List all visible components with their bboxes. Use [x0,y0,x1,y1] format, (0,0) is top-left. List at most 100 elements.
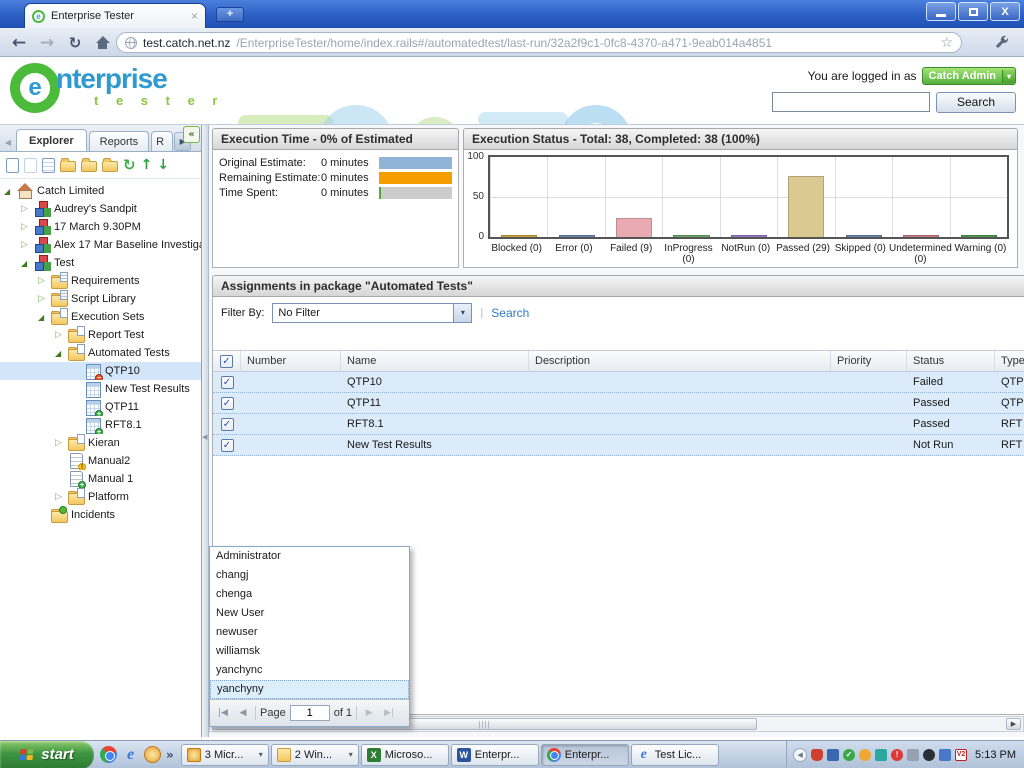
splitter-collapse-icon[interactable]: ◀ [202,433,207,441]
table-row[interactable]: ✓ New Test Results Not Run RFT [213,435,1024,456]
tree-item-alex-baseline[interactable]: ▷ Alex 17 Mar Baseline Investiga [0,236,201,254]
tree-item-requirements[interactable]: ▷ Requirements [0,272,201,290]
table-row[interactable]: ✓ QTP10 Failed QTP [213,372,1024,393]
user-menu-button[interactable]: Catch Admin ▾ [922,67,1016,85]
col-description[interactable]: Description [529,351,831,371]
browser-tab[interactable]: e Enterprise Tester × [24,3,206,28]
tree-item-rft81[interactable]: + RFT8.1 [0,416,201,434]
outlook-tray-icon[interactable] [859,749,871,761]
page-number-input[interactable] [290,705,330,721]
sync-icon[interactable] [875,749,887,761]
volume-icon[interactable] [907,749,919,761]
taskbar-button-outlook-group[interactable]: 3 Micr... ▾ [181,744,269,766]
tree-item-qtp10[interactable]: − QTP10 [0,362,201,380]
wrench-menu-icon[interactable] [995,35,1010,55]
expander-icon[interactable]: ▷ [38,294,51,304]
taskbar-button-excel[interactable]: X Microso... [361,744,449,766]
list-item[interactable]: yanchync [210,661,409,680]
expander-icon[interactable]: ◢ [55,349,68,358]
col-status[interactable]: Status [907,351,995,371]
global-search-input[interactable] [772,92,930,112]
sidebar-splitter[interactable]: ◀ [202,125,209,737]
expander-icon[interactable]: ▷ [55,330,68,340]
expander-icon[interactable]: ▷ [55,492,68,502]
page-last-icon[interactable]: ▶| [381,708,397,718]
row-checkbox[interactable]: ✓ [221,439,234,452]
alert-icon[interactable]: ! [891,749,903,761]
list-item-selected[interactable]: yanchyny [210,680,409,699]
power-icon[interactable] [923,749,935,761]
tab-resources[interactable]: R [151,131,173,151]
tree-item-execution-sets[interactable]: ◢ Execution Sets [0,308,201,326]
expander-icon[interactable]: ▷ [55,438,68,448]
tree-item-audreys-sandpit[interactable]: ▷ Audrey's Sandpit [0,200,201,218]
start-button[interactable]: start [0,741,94,768]
chevron-down-icon[interactable]: ▾ [1002,70,1015,83]
tab-explorer[interactable]: Explorer [16,129,87,151]
taskbar-button-explorer-group[interactable]: 2 Win... ▾ [271,744,359,766]
tree-item-platform[interactable]: ▷ Platform [0,488,201,506]
taskbar-button-chrome-active[interactable]: Enterpr... [541,744,629,766]
tree-item-report-test[interactable]: ▷ Report Test [0,326,201,344]
ie-icon[interactable]: e [122,746,139,763]
network-icon[interactable] [827,749,839,761]
global-search-button[interactable]: Search [936,92,1016,113]
folder-add-icon[interactable] [81,161,97,172]
row-checkbox[interactable]: ✓ [221,418,234,431]
tray-collapse-icon[interactable]: ◀ [793,748,807,762]
list-item[interactable]: williamsk [210,642,409,661]
expander-icon[interactable]: ▷ [21,204,34,214]
quick-launch-more-icon[interactable]: » [166,748,174,762]
status-check-icon[interactable]: ✓ [843,749,855,761]
taskbar-button-word[interactable]: W Enterpr... [451,744,539,766]
minimize-button[interactable] [926,2,956,21]
col-priority[interactable]: Priority [831,351,907,371]
tree-item-incidents[interactable]: Incidents [0,506,201,524]
tab-close-icon[interactable]: × [191,10,198,22]
document-disabled-icon[interactable] [24,158,37,173]
filter-select[interactable]: No Filter ▾ [272,303,472,323]
outlook-icon[interactable] [144,746,161,763]
tree-item-17-march[interactable]: ▷ 17 March 9.30PM [0,218,201,236]
list-item[interactable]: chenga [210,585,409,604]
table-row[interactable]: ✓ RFT8.1 Passed RFT [213,414,1024,435]
taskbar-button-ie[interactable]: e Test Lic... [631,744,719,766]
page-prev-icon[interactable]: ◀ [235,708,251,718]
close-button[interactable]: X [990,2,1020,21]
col-type[interactable]: Type [995,351,1024,371]
expander-icon[interactable]: ◢ [4,187,17,196]
page-first-icon[interactable]: |◀ [215,708,231,718]
home-button[interactable] [90,31,116,54]
move-up-icon[interactable]: ↑ [141,157,153,173]
tree-item-new-test-results[interactable]: New Test Results [0,380,201,398]
col-name[interactable]: Name [341,351,529,371]
display-icon[interactable] [939,749,951,761]
expander-icon[interactable]: ◢ [21,259,34,268]
bookmark-star-icon[interactable]: ☆ [940,35,953,51]
tree-item-manual2[interactable]: ! Manual2 [0,452,201,470]
expander-icon[interactable]: ▷ [21,240,34,250]
chrome-icon[interactable] [100,746,117,763]
refresh-button[interactable]: ↻ [62,31,88,54]
tree-item-catch-limited[interactable]: ◢ Catch Limited [0,182,201,200]
tab-reports[interactable]: Reports [89,131,150,151]
tree-item-test[interactable]: ◢ Test [0,254,201,272]
folder-move-icon[interactable] [102,161,118,172]
restore-button[interactable] [958,2,988,21]
page-next-icon[interactable]: ▶ [361,708,377,718]
expander-icon[interactable]: ▷ [21,222,34,232]
address-bar[interactable]: test.catch.net.nz /EnterpriseTester/home… [116,32,962,53]
list-item[interactable]: changj [210,566,409,585]
refresh-tree-icon[interactable]: ↻ [123,156,136,174]
search-link[interactable]: Search [491,306,529,320]
tree-item-script-library[interactable]: ▷ Script Library [0,290,201,308]
new-document-icon[interactable] [6,158,19,173]
table-row[interactable]: ✓ QTP11 Passed QTP [213,393,1024,414]
row-checkbox[interactable]: ✓ [221,397,234,410]
list-item[interactable]: newuser [210,623,409,642]
tab-scroll-left-icon[interactable]: ◀ [2,133,14,151]
document-lines-icon[interactable] [42,158,55,173]
tree-item-kieran[interactable]: ▷ Kieran [0,434,201,452]
expander-icon[interactable]: ◢ [38,313,51,322]
list-item[interactable]: Administrator [210,547,409,566]
